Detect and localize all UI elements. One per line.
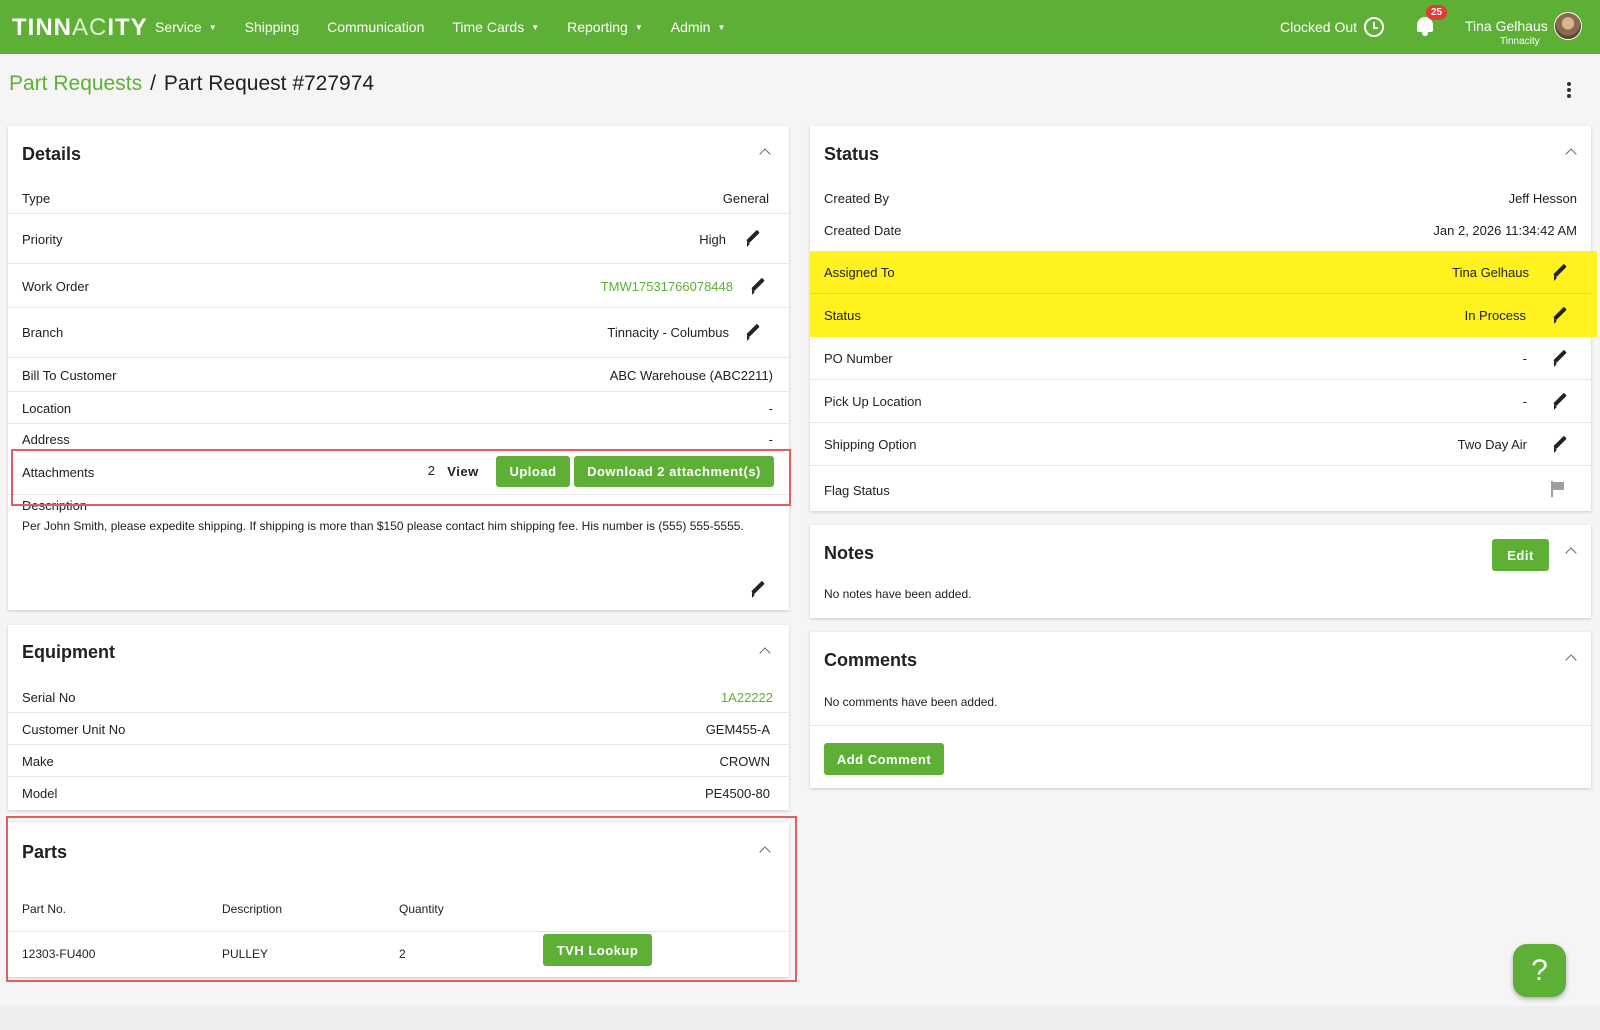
edit-assigned-pencil-icon[interactable] bbox=[1551, 263, 1569, 281]
equipment-row-serial: Serial No 1A22222 bbox=[8, 681, 789, 713]
help-button[interactable]: ? bbox=[1513, 944, 1566, 997]
main-nav: Service ▼ Shipping Communication Time Car… bbox=[155, 0, 753, 54]
equipment-title: Equipment bbox=[22, 642, 115, 662]
clock-icon bbox=[1364, 17, 1385, 37]
parts-annotation-box bbox=[6, 816, 797, 982]
serial-number-link[interactable]: 1A22222 bbox=[721, 690, 773, 705]
status-row-assigned-to: Assigned To Tina Gelhaus bbox=[810, 251, 1591, 294]
description-text: Per John Smith, please expedite shipping… bbox=[22, 519, 744, 533]
collapse-chevron-icon[interactable] bbox=[759, 645, 771, 657]
footer bbox=[0, 1006, 1600, 1030]
details-row-branch: Branch Tinnacity - Columbus bbox=[8, 308, 789, 358]
notes-card: Notes Edit No notes have been added. bbox=[810, 525, 1591, 618]
user-org: Tinnacity bbox=[1500, 36, 1540, 47]
add-comment-button[interactable]: Add Comment bbox=[824, 743, 944, 775]
attachments-annotation-box bbox=[11, 449, 791, 506]
equipment-row-model: Model PE4500-80 bbox=[22, 786, 770, 801]
edit-pickup-pencil-icon[interactable] bbox=[1551, 392, 1569, 410]
edit-po-pencil-icon[interactable] bbox=[1551, 349, 1569, 367]
tinnacity-logo[interactable]: TINNACITY bbox=[12, 14, 148, 42]
equipment-row-make: Make CROWN bbox=[8, 745, 789, 777]
details-row-work-order: Work Order TMW17531766078448 bbox=[8, 264, 789, 308]
page-title: Part Request #727974 bbox=[163, 72, 375, 95]
equipment-row-unit: Customer Unit No GEM455-A bbox=[8, 713, 789, 745]
equipment-card: Equipment Serial No 1A22222 Customer Uni… bbox=[8, 625, 789, 810]
edit-notes-button[interactable]: Edit bbox=[1492, 539, 1549, 571]
notification-count-badge: 25 bbox=[1426, 5, 1448, 20]
status-row-shipping-option: Shipping Option Two Day Air bbox=[810, 423, 1591, 466]
comments-card: Comments No comments have been added. Ad… bbox=[810, 632, 1591, 788]
edit-priority-pencil-icon[interactable] bbox=[744, 229, 762, 247]
edit-shipping-pencil-icon[interactable] bbox=[1551, 435, 1569, 453]
details-title: Details bbox=[22, 144, 82, 164]
collapse-chevron-icon[interactable] bbox=[759, 146, 771, 158]
nav-communication[interactable]: Communication bbox=[327, 19, 424, 35]
breadcrumb-separator: / bbox=[150, 72, 156, 95]
caret-down-icon: ▼ bbox=[634, 22, 643, 32]
user-avatar[interactable] bbox=[1554, 12, 1582, 40]
status-row-po-number: PO Number - bbox=[810, 337, 1591, 380]
top-navigation-bar: TINNACITY Service ▼ Shipping Communicatio… bbox=[0, 0, 1600, 54]
breadcrumb-part-requests[interactable]: Part Requests bbox=[9, 72, 142, 96]
status-row-flag: Flag Status bbox=[810, 466, 1591, 511]
notes-empty-text: No notes have been added. bbox=[824, 587, 972, 601]
clock-status-button[interactable]: Clocked Out bbox=[1280, 17, 1385, 37]
edit-description-pencil-icon[interactable] bbox=[749, 580, 767, 598]
nav-admin[interactable]: Admin ▼ bbox=[671, 19, 726, 35]
comments-title: Comments bbox=[824, 650, 918, 670]
nav-shipping[interactable]: Shipping bbox=[245, 19, 300, 35]
flag-icon[interactable] bbox=[1550, 481, 1564, 497]
user-name[interactable]: Tina Gelhaus bbox=[1465, 18, 1548, 34]
edit-work-order-pencil-icon[interactable] bbox=[749, 277, 767, 295]
notes-title: Notes bbox=[824, 543, 875, 563]
collapse-chevron-icon[interactable] bbox=[1565, 545, 1577, 557]
details-row-bill-to: Bill To Customer ABC Warehouse (ABC2211) bbox=[8, 358, 789, 392]
comments-empty-text: No comments have been added. bbox=[824, 695, 998, 709]
details-row-address: Address - bbox=[22, 432, 773, 447]
status-row-created-date: Created Date Jan 2, 2026 11:34:42 AM bbox=[824, 223, 1577, 238]
collapse-chevron-icon[interactable] bbox=[1565, 652, 1577, 664]
work-order-link[interactable]: TMW17531766078448 bbox=[601, 279, 733, 294]
caret-down-icon: ▼ bbox=[531, 22, 540, 32]
nav-service[interactable]: Service ▼ bbox=[155, 19, 217, 35]
comments-empty-row: No comments have been added. bbox=[810, 684, 1591, 726]
status-title: Status bbox=[824, 144, 880, 164]
details-row-location: Location - bbox=[8, 392, 789, 424]
collapse-chevron-icon[interactable] bbox=[1565, 146, 1577, 158]
nav-reporting[interactable]: Reporting ▼ bbox=[567, 19, 643, 35]
caret-down-icon: ▼ bbox=[717, 22, 726, 32]
status-row-created-by: Created By Jeff Hesson bbox=[824, 191, 1577, 206]
more-options-icon[interactable] bbox=[1567, 82, 1571, 98]
nav-time-cards[interactable]: Time Cards ▼ bbox=[452, 19, 539, 35]
breadcrumb: Part Requests / Part Request #727974 bbox=[9, 72, 374, 96]
details-row-priority: Priority High bbox=[8, 214, 789, 264]
details-card: Details Type General Priority High Work … bbox=[8, 126, 789, 610]
status-row-status: Status In Process bbox=[810, 294, 1591, 337]
edit-branch-pencil-icon[interactable] bbox=[744, 323, 762, 341]
status-row-pickup-location: Pick Up Location - bbox=[810, 380, 1591, 423]
edit-status-pencil-icon[interactable] bbox=[1551, 306, 1569, 324]
status-card: Status Created By Jeff Hesson Created Da… bbox=[810, 126, 1597, 511]
details-row-type: Type General bbox=[8, 183, 789, 214]
caret-down-icon: ▼ bbox=[208, 22, 217, 32]
